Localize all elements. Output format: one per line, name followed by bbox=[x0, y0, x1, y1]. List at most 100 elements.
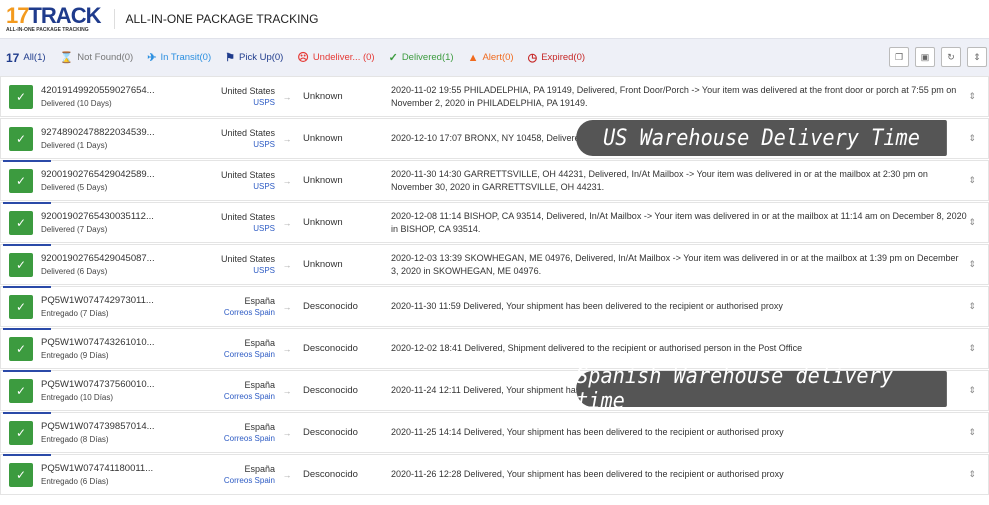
copy-button[interactable]: ❐ bbox=[889, 47, 909, 67]
tracking-number[interactable]: 42019149920559027654... bbox=[41, 85, 191, 96]
tracking-row[interactable]: ✓ 42019149920559027654... Delivered (10 D… bbox=[0, 76, 989, 117]
arrow-right-icon: → bbox=[282, 217, 292, 228]
flag-icon: ⚑ bbox=[225, 52, 235, 64]
filter-label: Undeliver... (0) bbox=[312, 52, 375, 63]
refresh-button[interactable]: ↻ bbox=[941, 47, 961, 67]
arrow-right-icon: → bbox=[282, 175, 292, 186]
destination-country: Unknown bbox=[303, 175, 343, 186]
destination-country: Unknown bbox=[303, 217, 343, 228]
carrier-link[interactable]: Correos Spain bbox=[191, 476, 275, 485]
tracking-row[interactable]: ✓ PQ5W1W074741180011... Entregado (6 Días… bbox=[0, 454, 989, 495]
filter-tab[interactable]: ☹ Undeliver... (0) bbox=[297, 51, 374, 65]
expand-icon[interactable]: ⇕ bbox=[968, 301, 976, 312]
row-accent bbox=[3, 160, 51, 162]
filter-tab[interactable]: ✈ In Transit(0) bbox=[147, 51, 211, 65]
tracking-row[interactable]: ✓ 92001902765429042589... Delivered (5 Da… bbox=[0, 160, 989, 201]
latest-event: 2020-11-26 12:28 Delivered, Your shipmen… bbox=[391, 469, 784, 479]
check-icon: ✓ bbox=[388, 52, 398, 64]
carrier-link[interactable]: Correos Spain bbox=[191, 392, 275, 401]
latest-event: 2020-12-03 13:39 SKOWHEGAN, ME 04976, De… bbox=[391, 252, 959, 276]
row-accent bbox=[3, 454, 51, 456]
carrier-link[interactable]: USPS bbox=[191, 182, 275, 191]
arrow-right-icon: → bbox=[282, 343, 292, 354]
expand-icon[interactable]: ⇕ bbox=[968, 259, 976, 270]
delivery-status: Delivered (1 Days) bbox=[41, 141, 108, 150]
tracking-row[interactable]: ✓ PQ5W1W074739857014... Entregado (8 Días… bbox=[0, 412, 989, 453]
delivery-status: Entregado (8 Días) bbox=[41, 435, 109, 444]
tracking-number[interactable]: 92748902478822034539... bbox=[41, 127, 191, 138]
row-accent bbox=[3, 202, 51, 204]
carrier-link[interactable]: USPS bbox=[191, 140, 275, 149]
filter-label: Expired(0) bbox=[541, 52, 586, 63]
delivery-status: Delivered (6 Days) bbox=[41, 267, 108, 276]
destination-country: Unknown bbox=[303, 91, 343, 102]
filter-tab[interactable]: ✓ Delivered(1) bbox=[389, 51, 454, 65]
origin-country: España bbox=[244, 380, 275, 390]
origin-country: United States bbox=[220, 170, 275, 180]
expand-icon[interactable]: ⇕ bbox=[968, 91, 976, 102]
destination-country: Desconocido bbox=[303, 301, 358, 312]
refresh-icon: ↻ bbox=[947, 51, 955, 62]
carrier-link[interactable]: USPS bbox=[191, 98, 275, 107]
carrier-link[interactable]: Correos Spain bbox=[191, 350, 275, 359]
clipboard-button[interactable]: ▣ bbox=[915, 47, 935, 67]
filter-label: In Transit(0) bbox=[160, 52, 212, 63]
row-accent bbox=[3, 328, 51, 330]
expand-icon[interactable]: ⇕ bbox=[968, 469, 976, 480]
clock-history-icon: ◷ bbox=[527, 52, 538, 64]
warning-icon: ▲ bbox=[467, 51, 479, 64]
delivery-status: Delivered (10 Days) bbox=[41, 99, 112, 108]
latest-event: 2020-12-08 11:14 BISHOP, CA 93514, Deliv… bbox=[391, 210, 967, 234]
delivered-check-icon: ✓ bbox=[9, 420, 33, 445]
carrier-link[interactable]: USPS bbox=[191, 224, 275, 233]
tracking-number[interactable]: 92001902765430035112... bbox=[41, 211, 191, 222]
origin-country: United States bbox=[220, 128, 275, 138]
destination-country: Desconocido bbox=[303, 385, 358, 396]
expand-icon[interactable]: ⇕ bbox=[968, 343, 976, 354]
expand-icon[interactable]: ⇕ bbox=[968, 385, 976, 396]
tracking-row[interactable]: ✓ PQ5W1W074742973011... Entregado (7 Días… bbox=[0, 286, 989, 327]
delivered-check-icon: ✓ bbox=[9, 84, 33, 109]
delivered-check-icon: ✓ bbox=[9, 462, 33, 487]
arrow-right-icon: → bbox=[282, 469, 292, 480]
row-accent bbox=[3, 370, 51, 372]
filter-tab[interactable]: ▲ Alert(0) bbox=[468, 51, 514, 65]
filter-tab[interactable]: 17 All(1) bbox=[6, 51, 46, 65]
copy-icon: ❐ bbox=[894, 51, 904, 62]
tracking-number[interactable]: PQ5W1W074739857014... bbox=[41, 421, 191, 432]
expand-icon[interactable]: ⇕ bbox=[968, 133, 976, 144]
delivered-check-icon: ✓ bbox=[9, 336, 33, 361]
carrier-link[interactable]: USPS bbox=[191, 266, 275, 275]
filter-tab[interactable]: ⌛ Not Found(0) bbox=[60, 51, 134, 65]
tracking-number[interactable]: PQ5W1W074741180011... bbox=[41, 463, 191, 474]
row-accent bbox=[3, 412, 51, 414]
delivered-check-icon: ✓ bbox=[9, 210, 33, 235]
origin-country: España bbox=[244, 464, 275, 474]
delivery-status: Entregado (9 Días) bbox=[41, 351, 109, 360]
filter-label: Delivered(1) bbox=[401, 52, 454, 63]
tracking-number[interactable]: PQ5W1W074737560010... bbox=[41, 379, 191, 390]
delivered-check-icon: ✓ bbox=[9, 294, 33, 319]
expand-icon[interactable]: ⇕ bbox=[968, 175, 976, 186]
filter-tab[interactable]: ⚑ Pick Up(0) bbox=[225, 51, 283, 65]
delivered-check-icon: ✓ bbox=[9, 168, 33, 193]
carrier-link[interactable]: Correos Spain bbox=[191, 308, 275, 317]
tracking-row[interactable]: ✓ PQ5W1W074743261010... Entregado (9 Días… bbox=[0, 328, 989, 369]
destination-country: Desconocido bbox=[303, 343, 358, 354]
collapse-button[interactable]: ⇕ bbox=[967, 47, 987, 67]
expand-icon[interactable]: ⇕ bbox=[968, 217, 976, 228]
carrier-link[interactable]: Correos Spain bbox=[191, 434, 275, 443]
arrow-right-icon: → bbox=[282, 133, 292, 144]
tracking-row[interactable]: ✓ 92001902765429045087... Delivered (6 Da… bbox=[0, 244, 989, 285]
tracking-number[interactable]: PQ5W1W074742973011... bbox=[41, 295, 191, 306]
17track-logo[interactable]: 17TRACK ALL-IN-ONE PACKAGE TRACKING bbox=[6, 5, 101, 33]
tracking-number[interactable]: 92001902765429045087... bbox=[41, 253, 191, 264]
expand-icon[interactable]: ⇕ bbox=[968, 427, 976, 438]
filter-tab[interactable]: ◷ Expired(0) bbox=[528, 51, 585, 65]
tracking-row[interactable]: ✓ 92001902765430035112... Delivered (7 Da… bbox=[0, 202, 989, 243]
hourglass-icon: ⌛ bbox=[59, 52, 74, 64]
latest-event: 2020-11-30 14:30 GARRETTSVILLE, OH 44231… bbox=[391, 168, 928, 192]
tracking-number[interactable]: 92001902765429042589... bbox=[41, 169, 191, 180]
tracking-number[interactable]: PQ5W1W074743261010... bbox=[41, 337, 191, 348]
delivery-status: Entregado (6 Días) bbox=[41, 477, 109, 486]
